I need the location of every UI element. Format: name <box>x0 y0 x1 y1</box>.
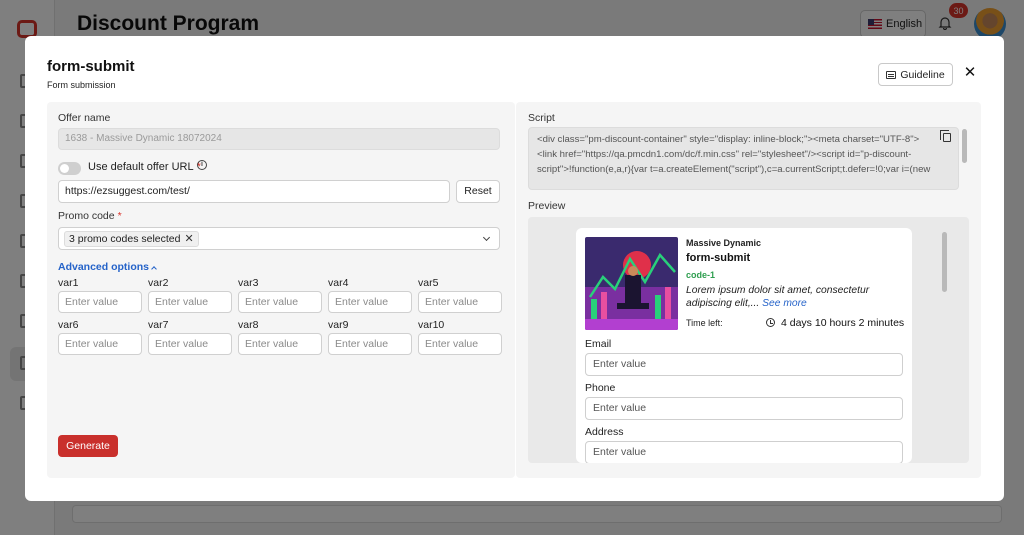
var-field: var7 Enter value <box>148 319 232 355</box>
guideline-label: Guideline <box>900 68 945 81</box>
preview-label: Preview <box>528 200 566 212</box>
var-field: var6 Enter value <box>58 319 142 355</box>
script-label: Script <box>528 112 555 124</box>
address-label: Address <box>585 426 624 438</box>
advanced-vars-grid: var1 Enter value var2 Enter value var3 E… <box>58 277 502 355</box>
var-label: var2 <box>148 277 169 289</box>
modal-subtitle: Form submission <box>47 80 116 90</box>
var-field: var9 Enter value <box>328 319 412 355</box>
offer-form-panel: Offer name 1638 - Massive Dynamic 180720… <box>47 102 515 478</box>
var-label: var1 <box>58 277 79 289</box>
script-preview-panel: Script <div class="pm-discount-container… <box>516 102 981 478</box>
copy-icon[interactable] <box>940 130 951 142</box>
var-label: var7 <box>148 319 169 331</box>
phone-field[interactable]: Enter value <box>585 397 903 420</box>
chevron-down-icon[interactable] <box>482 233 491 242</box>
time-left-label: Time left: <box>686 318 723 328</box>
var-input[interactable]: Enter value <box>328 291 412 313</box>
address-field[interactable]: Enter value <box>585 441 903 463</box>
advanced-options-label: Advanced options <box>58 261 150 273</box>
see-more-link[interactable]: See more <box>762 298 807 309</box>
var-input[interactable]: Enter value <box>238 333 322 355</box>
var-field: var2 Enter value <box>148 277 232 313</box>
var-label: var3 <box>238 277 259 289</box>
url-input[interactable]: https://ezsuggest.com/test/ <box>58 180 450 203</box>
default-url-toggle-label: Use default offer URL * <box>88 161 201 173</box>
offer-name-input: 1638 - Massive Dynamic 18072024 <box>58 128 500 150</box>
var-input[interactable]: Enter value <box>148 333 232 355</box>
offer-title: form-submit <box>686 252 751 264</box>
var-label: var5 <box>418 277 439 289</box>
offer-preview-card: Massive Dynamic form-submit code-1 Lorem… <box>576 228 912 463</box>
promo-code-label: Promo code * <box>58 210 122 222</box>
generate-button[interactable]: Generate <box>58 435 118 457</box>
var-label: var9 <box>328 319 349 331</box>
preview-area: Massive Dynamic form-submit code-1 Lorem… <box>528 217 969 463</box>
offer-name-label: Offer name <box>58 112 111 124</box>
var-input[interactable]: Enter value <box>418 333 502 355</box>
email-field[interactable]: Enter value <box>585 353 903 376</box>
var-label: var8 <box>238 319 259 331</box>
default-url-toggle[interactable] <box>58 162 81 175</box>
promo-code-tag: 3 promo codes selected ✕ <box>64 231 199 247</box>
var-label: var6 <box>58 319 79 331</box>
brand-name: Massive Dynamic <box>686 238 762 248</box>
offer-description: Lorem ipsum dolor sit amet, consectetur … <box>686 285 870 309</box>
time-left-value: 4 days 10 hours 2 minutes <box>781 317 905 329</box>
advanced-options-toggle[interactable]: Advanced options <box>58 261 157 273</box>
chevron-up-icon <box>151 265 157 272</box>
var-input[interactable]: Enter value <box>328 333 412 355</box>
var-field: var4 Enter value <box>328 277 412 313</box>
var-input[interactable]: Enter value <box>418 291 502 313</box>
var-label: var10 <box>418 319 445 331</box>
scrollbar-thumb[interactable] <box>942 232 947 292</box>
script-code-box[interactable]: <div class="pm-discount-container" style… <box>528 127 959 190</box>
var-input[interactable]: Enter value <box>238 291 322 313</box>
info-icon[interactable]: i <box>197 160 207 170</box>
scrollbar-thumb[interactable] <box>962 129 967 163</box>
guideline-button[interactable]: Guideline <box>878 63 953 86</box>
modal-title: form-submit <box>47 58 135 75</box>
var-field: var3 Enter value <box>238 277 322 313</box>
script-scrollbar[interactable] <box>962 127 968 190</box>
promo-code-tag-label: 3 promo codes selected <box>69 233 181 245</box>
close-button[interactable]: ✕ <box>962 65 978 81</box>
email-label: Email <box>585 338 612 350</box>
remove-tag-icon[interactable]: ✕ <box>184 232 193 246</box>
clock-icon <box>766 318 775 327</box>
var-input[interactable]: Enter value <box>148 291 232 313</box>
var-field: var5 Enter value <box>418 277 502 313</box>
var-field: var1 Enter value <box>58 277 142 313</box>
form-submit-modal: form-submit Form submission Guideline ✕ … <box>25 36 1004 501</box>
var-field: var8 Enter value <box>238 319 322 355</box>
var-input[interactable]: Enter value <box>58 333 142 355</box>
offer-image <box>585 237 678 330</box>
var-label: var4 <box>328 277 349 289</box>
promo-code-select[interactable]: 3 promo codes selected ✕ <box>58 227 500 250</box>
reset-button[interactable]: Reset <box>456 180 500 203</box>
document-icon <box>886 70 897 79</box>
phone-label: Phone <box>585 382 616 394</box>
preview-scrollbar[interactable] <box>942 227 948 457</box>
var-input[interactable]: Enter value <box>58 291 142 313</box>
var-field: var10 Enter value <box>418 319 502 355</box>
offer-code: code-1 <box>686 270 716 280</box>
